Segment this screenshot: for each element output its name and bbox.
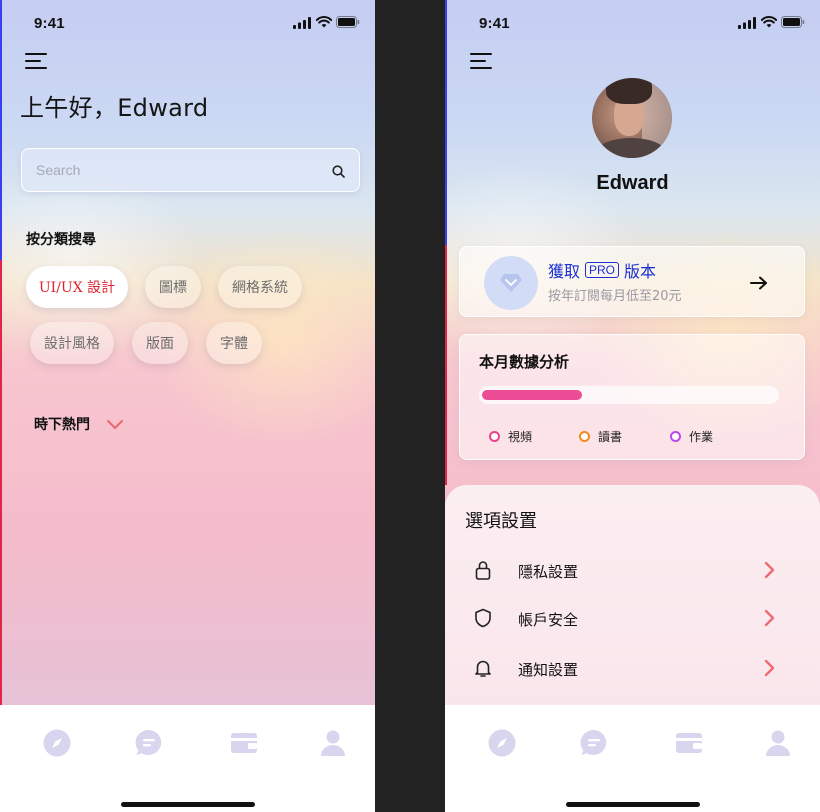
wifi-icon (761, 16, 777, 28)
settings-item-notifications[interactable]: 通知設置 (445, 648, 820, 688)
screen-edge (445, 245, 447, 485)
profile-screen: 9:41 Edward 獲取 PRO 版本 按年訂閱每月低至20元 本月數據分析… (445, 0, 820, 812)
legend-dot (489, 431, 500, 442)
greeting-title: 上午好，Edward (20, 94, 209, 122)
battery-icon (781, 16, 805, 28)
pro-title: 獲取 PRO 版本 (548, 258, 656, 282)
legend-item-homework: 作業 (670, 428, 713, 445)
screen-edge (0, 260, 2, 705)
signal-icon (293, 17, 311, 29)
home-indicator (121, 802, 255, 807)
chevron-right-icon[interactable] (763, 659, 775, 677)
progress-bar (479, 386, 779, 404)
category-chip-font[interactable]: 字體 (206, 322, 262, 364)
legend-dot (579, 431, 590, 442)
pro-upgrade-card[interactable]: 獲取 PRO 版本 按年訂閱每月低至20元 (459, 246, 805, 317)
user-icon[interactable] (763, 728, 793, 758)
tab-bar (445, 705, 820, 812)
signal-icon (738, 17, 756, 29)
settings-item-security[interactable]: 帳戶安全 (445, 598, 820, 638)
wifi-icon (316, 16, 332, 28)
legend-label: 作業 (689, 430, 714, 444)
wallet-icon[interactable] (229, 728, 259, 758)
pro-subtitle: 按年訂閱每月低至20元 (548, 289, 682, 304)
monthly-stats-card: 本月數據分析 視頻 讀書 作業 (459, 334, 805, 460)
stats-title: 本月數據分析 (479, 353, 570, 371)
menu-icon[interactable] (470, 52, 492, 70)
tab-bar (0, 705, 375, 812)
bell-icon (475, 660, 491, 677)
pro-title-suffix: 版本 (624, 262, 657, 281)
status-bar: 9:41 (0, 0, 375, 44)
trending-toggle[interactable]: 時下熱門 (34, 414, 124, 434)
settings-item-label: 帳戶安全 (518, 611, 579, 629)
settings-item-label: 通知設置 (518, 661, 579, 679)
chevron-down-icon[interactable] (106, 419, 124, 430)
profile-name: Edward (596, 172, 669, 194)
pro-badge: PRO (585, 262, 620, 278)
settings-panel: 選項設置 隱私設置 帳戶安全 通知設置 (445, 485, 820, 705)
shield-icon (475, 608, 491, 628)
diamond-badge (484, 256, 538, 310)
legend-dot (670, 431, 681, 442)
progress-fill (482, 390, 582, 400)
legend-item-video: 視頻 (489, 428, 532, 445)
battery-icon (336, 16, 360, 28)
search-input[interactable] (36, 149, 326, 191)
lock-icon (475, 561, 491, 580)
settings-item-label: 隱私設置 (518, 563, 579, 581)
chevron-right-icon[interactable] (763, 609, 775, 627)
diamond-icon (500, 274, 522, 292)
legend-item-reading: 讀書 (579, 428, 622, 445)
chat-icon[interactable] (579, 728, 609, 758)
category-chip-style[interactable]: 設計風格 (30, 322, 114, 364)
status-time: 9:41 (34, 15, 65, 32)
settings-item-privacy[interactable]: 隱私設置 (445, 550, 820, 590)
categories-label: 按分類搜尋 (26, 232, 96, 248)
search-icon[interactable] (332, 165, 345, 178)
chat-icon[interactable] (134, 728, 164, 758)
menu-icon[interactable] (25, 52, 47, 70)
category-chip-layout[interactable]: 版面 (132, 322, 188, 364)
wallet-icon[interactable] (674, 728, 704, 758)
avatar[interactable] (592, 78, 672, 158)
status-time: 9:41 (479, 15, 510, 32)
home-screen: 9:41 上午好，Edward 按分類搜尋 UI/UX 設計 圖標 網格系統 設… (0, 0, 375, 812)
chevron-right-icon[interactable] (763, 561, 775, 579)
legend-label: 視頻 (508, 430, 533, 444)
arrow-right-icon[interactable] (750, 276, 768, 290)
category-chip-uiux[interactable]: UI/UX 設計 (26, 266, 128, 308)
trending-label: 時下熱門 (34, 417, 90, 433)
category-chip-icons[interactable]: 圖標 (145, 266, 201, 308)
status-bar: 9:41 (445, 0, 820, 44)
legend-label: 讀書 (598, 430, 623, 444)
compass-icon[interactable] (42, 728, 72, 758)
pro-title-prefix: 獲取 (548, 262, 581, 281)
home-indicator (566, 802, 700, 807)
screen-divider (375, 0, 445, 812)
category-chip-grid[interactable]: 網格系統 (218, 266, 302, 308)
compass-icon[interactable] (487, 728, 517, 758)
settings-title: 選項設置 (465, 511, 537, 532)
user-icon[interactable] (318, 728, 348, 758)
search-bar[interactable] (21, 148, 360, 192)
